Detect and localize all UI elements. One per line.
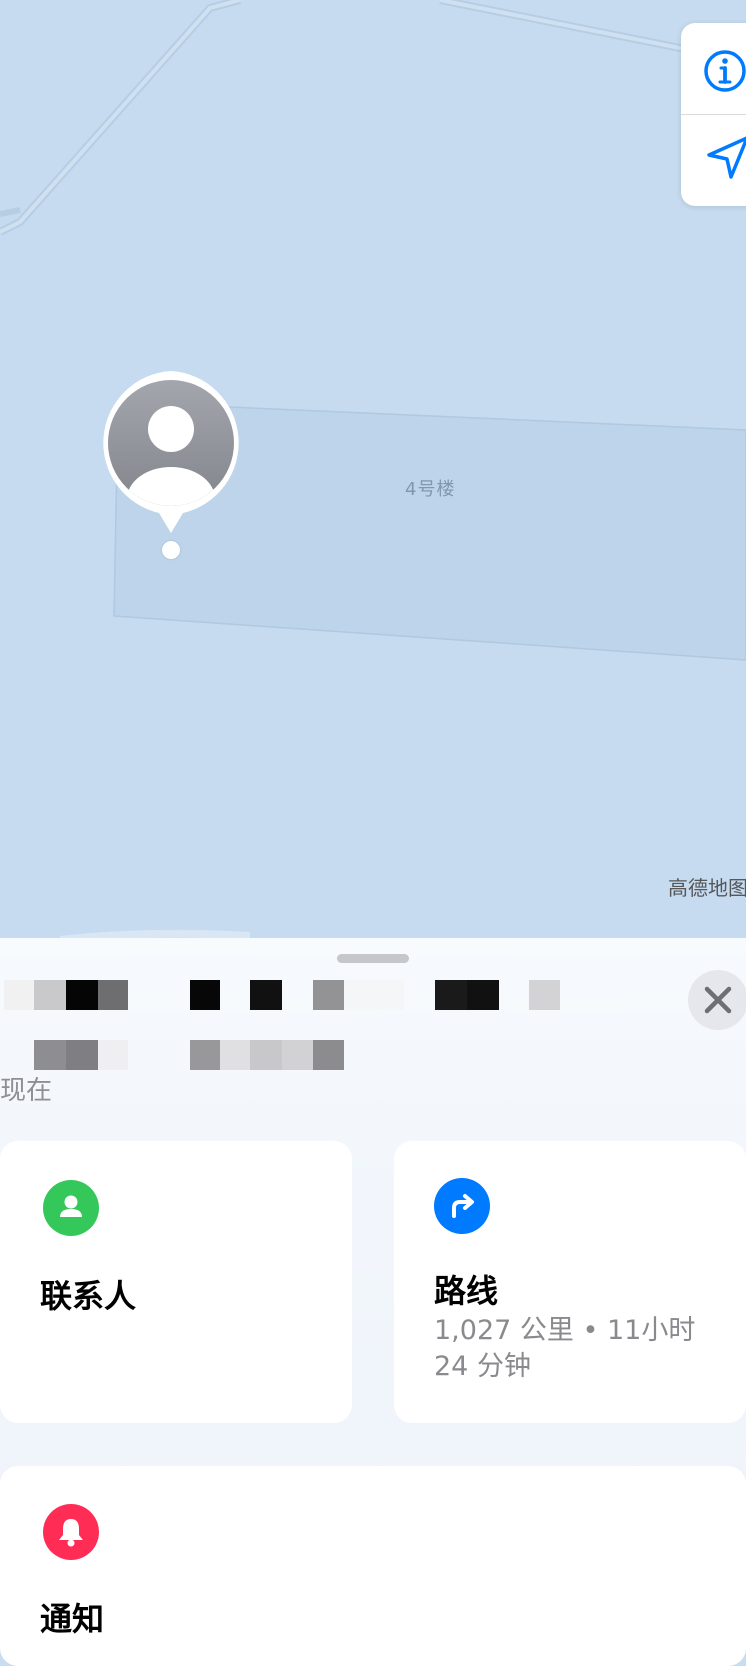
close-icon (704, 986, 732, 1014)
contact-badge (43, 1180, 99, 1236)
avatar-pin-bubble (103, 371, 239, 533)
route-badge (434, 1178, 490, 1234)
sheet-grabber[interactable] (337, 954, 409, 963)
location-arrow-icon (707, 136, 746, 179)
map-view[interactable]: 4号楼 高德地图 (0, 0, 746, 940)
last-seen-time: 现在 (0, 1076, 53, 1106)
turn-right-arrow-icon (452, 1194, 474, 1218)
map-road (0, 0, 242, 236)
info-button[interactable] (681, 23, 746, 115)
redacted-name (0, 980, 580, 1010)
building-label: 4号楼 (405, 479, 456, 500)
person-icon (60, 1195, 82, 1217)
contact-card[interactable]: 联系人 (0, 1141, 352, 1423)
person-detail-sheet: 现在 联系人 路线 1,027 公里 • 11小时 24 分钟 通知 (0, 938, 746, 1666)
location-dot (162, 541, 180, 559)
contact-title: 联系人 (40, 1277, 137, 1315)
route-title: 路线 (434, 1272, 499, 1310)
map-controls (681, 23, 746, 206)
notification-badge (43, 1504, 99, 1560)
route-card[interactable]: 路线 1,027 公里 • 11小时 24 分钟 (394, 1141, 746, 1423)
map-attribution: 高德地图 (668, 876, 746, 900)
route-distance-time: 1,027 公里 • 11小时 24 分钟 (434, 1315, 696, 1382)
close-button[interactable] (688, 970, 746, 1030)
bell-icon (59, 1519, 83, 1547)
redacted-address (0, 1040, 580, 1070)
person-location-pin[interactable] (99, 371, 243, 561)
notification-title: 通知 (40, 1600, 105, 1638)
current-location-button[interactable] (681, 115, 746, 206)
notification-card[interactable]: 通知 (0, 1466, 746, 1666)
info-icon (704, 50, 746, 92)
